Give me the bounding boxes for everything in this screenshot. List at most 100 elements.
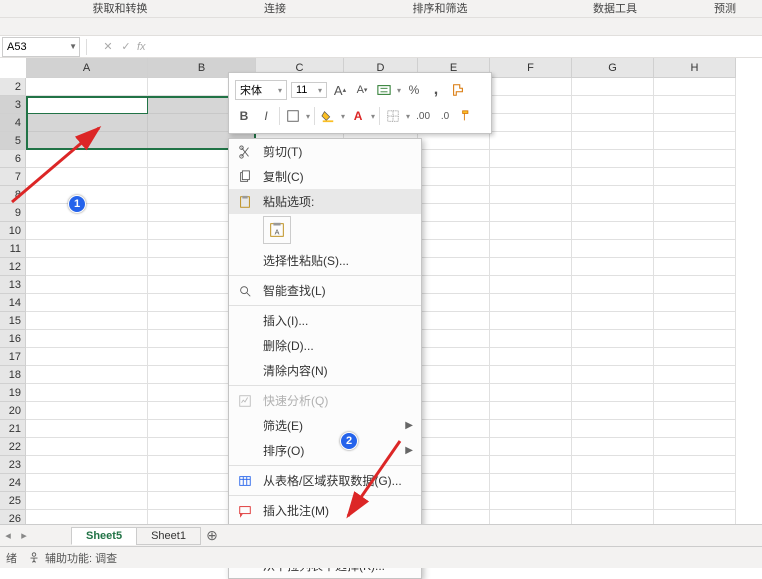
cell[interactable] [490,276,572,294]
cell[interactable] [572,438,654,456]
cell[interactable] [418,510,490,524]
row-header-20[interactable]: 20 [0,402,26,420]
cell[interactable] [490,510,572,524]
cell[interactable] [572,312,654,330]
sheet-tab-other[interactable]: Sheet1 [136,527,201,545]
border-icon[interactable] [284,107,302,125]
row-header-24[interactable]: 24 [0,474,26,492]
cell[interactable] [572,366,654,384]
cell[interactable] [490,186,572,204]
cell[interactable] [26,294,148,312]
cell[interactable] [26,510,148,524]
enter-icon[interactable]: ✓ [119,40,133,53]
fill-color-icon[interactable] [319,107,337,125]
percent-format-icon[interactable]: % [405,81,423,99]
cell[interactable] [654,456,736,474]
cell[interactable] [418,366,490,384]
format-painter-icon[interactable] [449,81,467,99]
cell[interactable] [572,492,654,510]
cell[interactable] [490,366,572,384]
tab-nav-next[interactable]: ▸ [16,529,32,542]
row-header-17[interactable]: 17 [0,348,26,366]
cell[interactable] [654,258,736,276]
cell[interactable] [26,330,148,348]
cell[interactable] [418,204,490,222]
cell[interactable] [26,474,148,492]
cell[interactable] [26,384,148,402]
chevron-down-icon[interactable]: ▼ [69,42,79,51]
cell[interactable] [654,492,736,510]
cell[interactable] [654,96,736,114]
cell[interactable] [26,240,148,258]
cell[interactable] [572,330,654,348]
cell[interactable] [572,294,654,312]
row-header-3[interactable]: 3 [0,96,26,114]
font-size-selector[interactable]: 11▾ [291,82,327,98]
cell[interactable] [654,510,736,524]
tab-nav-prev[interactable]: ◂ [0,529,16,542]
comma-format-icon[interactable]: , [427,81,445,99]
add-sheet-button[interactable]: ⊕ [201,527,223,544]
cell[interactable] [572,240,654,258]
cell[interactable] [490,96,572,114]
cell[interactable] [490,312,572,330]
cell[interactable] [572,348,654,366]
cell[interactable] [418,312,490,330]
accessibility-checker[interactable]: 辅助功能: 调查 [27,550,117,566]
cell[interactable] [572,114,654,132]
row-header-16[interactable]: 16 [0,330,26,348]
cell[interactable] [572,132,654,150]
cell[interactable] [418,258,490,276]
menu-copy[interactable]: 复制(C) [229,164,421,189]
cell[interactable] [490,258,572,276]
cell[interactable] [490,330,572,348]
cell[interactable] [572,150,654,168]
menu-paste-options[interactable]: 粘贴选项: [229,189,421,214]
row-header-12[interactable]: 12 [0,258,26,276]
cell[interactable] [654,186,736,204]
cell[interactable] [490,474,572,492]
cell[interactable] [26,258,148,276]
cell[interactable] [418,402,490,420]
cell[interactable] [572,276,654,294]
cell[interactable] [490,114,572,132]
row-header-21[interactable]: 21 [0,420,26,438]
sheet-tab-active[interactable]: Sheet5 [71,527,137,545]
cell[interactable] [490,402,572,420]
format-painter2-icon[interactable] [458,107,476,125]
menu-insert[interactable]: 插入(I)... [229,308,421,333]
cell[interactable] [572,384,654,402]
cell[interactable] [654,78,736,96]
cell[interactable] [490,204,572,222]
cell[interactable] [418,330,490,348]
cell[interactable] [418,456,490,474]
row-header-18[interactable]: 18 [0,366,26,384]
cell[interactable] [490,132,572,150]
col-header-G[interactable]: G [572,58,654,78]
decrease-decimal-icon[interactable]: .00 [414,107,432,125]
cell[interactable] [654,222,736,240]
cell[interactable] [572,420,654,438]
cell[interactable] [490,150,572,168]
cell[interactable] [26,222,148,240]
cell[interactable] [418,186,490,204]
cell[interactable] [654,474,736,492]
cell[interactable] [418,150,490,168]
cell[interactable] [654,132,736,150]
cell[interactable] [418,276,490,294]
cell[interactable] [418,168,490,186]
cell[interactable] [572,456,654,474]
cell[interactable] [654,240,736,258]
cell[interactable] [654,366,736,384]
cell[interactable] [490,492,572,510]
cell[interactable] [572,222,654,240]
cell[interactable] [418,438,490,456]
cell[interactable] [26,348,148,366]
increase-font-icon[interactable]: A▴ [331,81,349,99]
cell[interactable] [26,456,148,474]
borders-grid-icon[interactable] [384,107,402,125]
col-header-F[interactable]: F [490,58,572,78]
cell[interactable] [418,294,490,312]
cell[interactable] [572,510,654,524]
cell[interactable] [26,276,148,294]
